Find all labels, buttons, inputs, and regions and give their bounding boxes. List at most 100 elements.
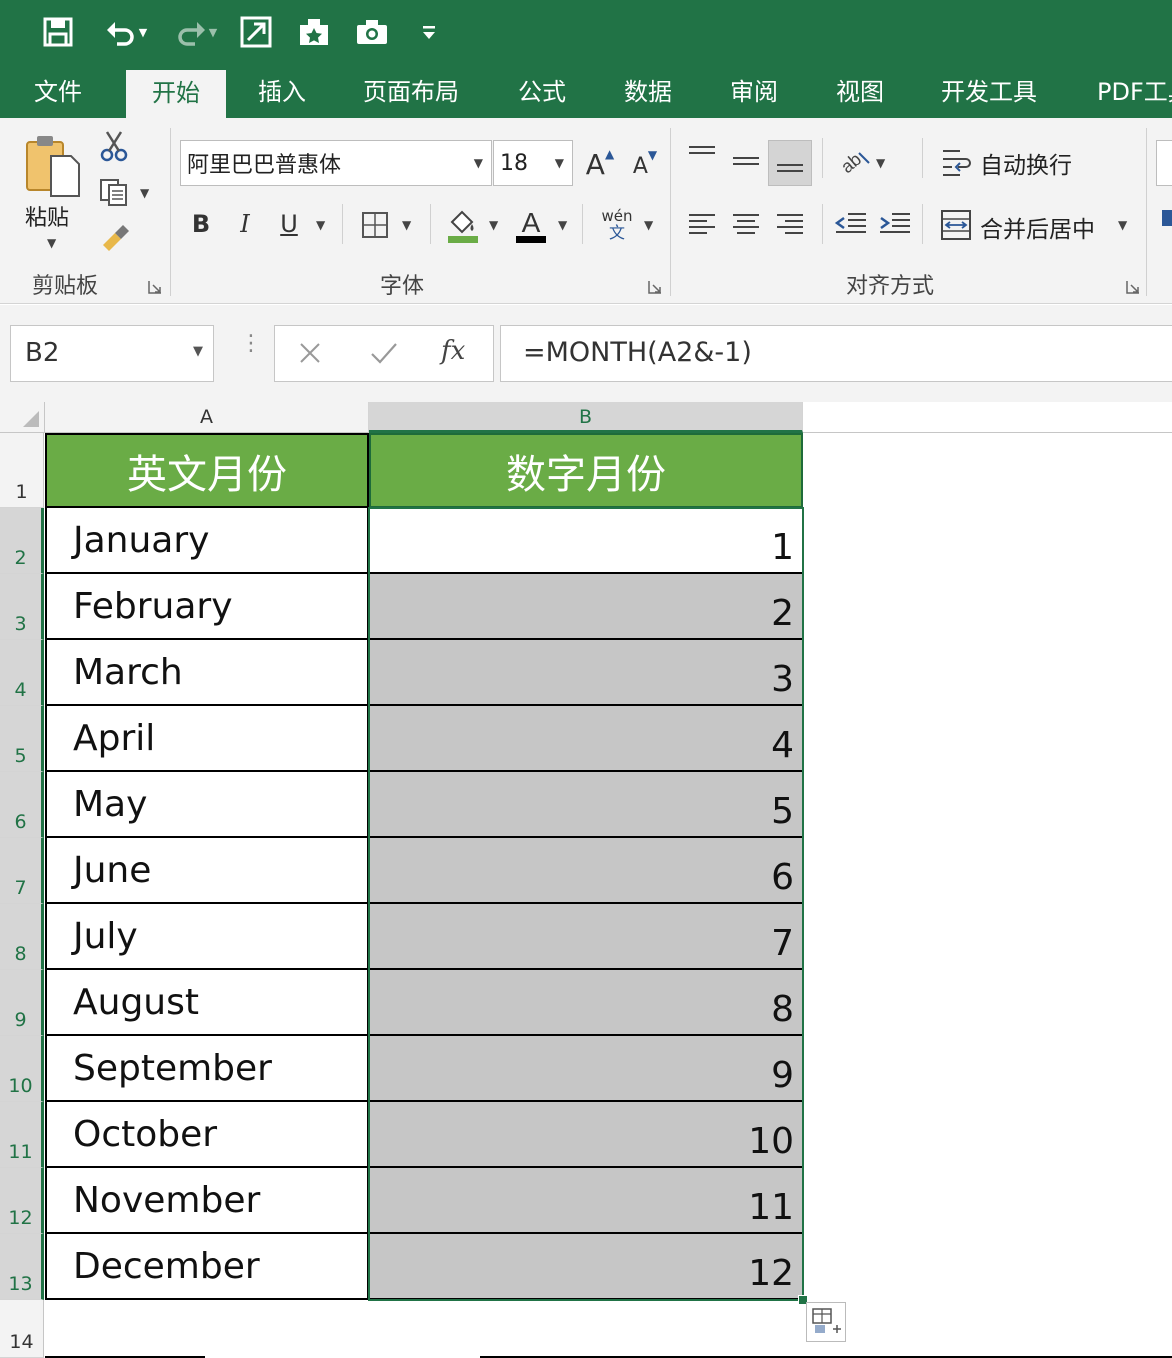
month-name-cell[interactable]: July (45, 904, 369, 970)
header-cell-number-month[interactable]: 数字月份 (369, 433, 803, 508)
row-header[interactable]: 11 (0, 1102, 44, 1168)
align-bottom-icon[interactable] (768, 140, 812, 186)
month-number-cell[interactable]: 5 (369, 772, 803, 838)
save-icon[interactable] (38, 12, 78, 52)
select-all-button[interactable] (0, 402, 45, 433)
number-format-select[interactable] (1156, 140, 1172, 186)
name-box[interactable]: B2 ▼ (10, 325, 214, 382)
row-header[interactable]: 8 (0, 904, 44, 970)
tab-developer[interactable]: 开发工具 (941, 66, 1037, 118)
customize-qat-icon[interactable] (414, 12, 444, 52)
font-name-select[interactable]: 阿里巴巴普惠体 ▼ (180, 140, 492, 186)
tab-insert[interactable]: 插入 (258, 66, 306, 118)
row-header[interactable]: 1 (0, 433, 44, 508)
underline-icon[interactable]: U (274, 206, 304, 242)
align-center-icon[interactable] (728, 206, 764, 242)
undo-icon[interactable]: ▼ (96, 12, 156, 52)
font-color-dropdown-icon[interactable]: ▼ (558, 218, 567, 232)
paste-label[interactable]: 粘贴 (25, 200, 69, 232)
paste-icon[interactable] (22, 130, 84, 202)
month-number-cell[interactable]: 10 (369, 1102, 803, 1168)
row-header[interactable]: 5 (0, 706, 44, 772)
month-number-cell[interactable]: 7 (369, 904, 803, 970)
row-header[interactable]: 9 (0, 970, 44, 1036)
row-header[interactable]: 12 (0, 1168, 44, 1234)
align-right-icon[interactable] (772, 206, 808, 242)
row-header[interactable]: 10 (0, 1036, 44, 1102)
row-header[interactable]: 6 (0, 772, 44, 838)
month-name-cell[interactable]: November (45, 1168, 369, 1234)
insert-function-icon[interactable]: fx (441, 336, 465, 366)
favorites-icon[interactable] (294, 12, 334, 52)
month-name-cell[interactable]: September (45, 1036, 369, 1102)
month-name-cell[interactable]: February (45, 574, 369, 640)
merge-dropdown-icon[interactable]: ▼ (1118, 218, 1127, 232)
align-middle-icon[interactable] (728, 142, 764, 182)
row-header[interactable]: 3 (0, 574, 44, 640)
month-number-cell[interactable]: 3 (369, 640, 803, 706)
merge-center-icon[interactable] (938, 206, 974, 244)
tab-review[interactable]: 审阅 (730, 66, 778, 118)
copy-icon[interactable] (94, 174, 134, 210)
orientation-icon[interactable]: ab (834, 142, 874, 182)
month-number-cell[interactable]: 6 (369, 838, 803, 904)
paste-dropdown-icon[interactable]: ▼ (47, 236, 56, 250)
month-name-cell[interactable]: May (45, 772, 369, 838)
phonetic-dropdown-icon[interactable]: ▼ (644, 218, 653, 232)
month-number-cell[interactable]: 1 (369, 508, 803, 574)
fit-to-page-icon[interactable] (236, 12, 276, 52)
tab-file[interactable]: 文件 (34, 66, 82, 118)
clipboard-launcher-icon[interactable] (148, 280, 162, 294)
cut-icon[interactable] (96, 128, 132, 164)
month-name-cell[interactable]: March (45, 640, 369, 706)
formula-input[interactable]: =MONTH(A2&-1) (500, 325, 1172, 382)
month-name-cell[interactable]: April (45, 706, 369, 772)
tab-view[interactable]: 视图 (836, 66, 884, 118)
fill-color-icon[interactable] (444, 204, 482, 246)
align-top-icon[interactable] (684, 138, 720, 172)
tab-page-layout[interactable]: 页面布局 (363, 66, 459, 118)
wrap-text-icon[interactable] (938, 142, 974, 182)
fill-color-dropdown-icon[interactable]: ▼ (489, 218, 498, 232)
row-header[interactable]: 2 (0, 508, 44, 574)
chevron-down-icon[interactable]: ▼ (193, 344, 203, 359)
month-number-cell[interactable]: 9 (369, 1036, 803, 1102)
borders-icon[interactable] (356, 206, 394, 244)
month-name-cell[interactable]: October (45, 1102, 369, 1168)
bold-icon[interactable]: B (186, 206, 216, 242)
wrap-text-label[interactable]: 自动换行 (980, 146, 1072, 180)
decrease-indent-icon[interactable] (832, 206, 870, 242)
underline-dropdown-icon[interactable]: ▼ (316, 218, 325, 232)
cancel-icon[interactable] (297, 340, 323, 370)
enter-icon[interactable] (369, 340, 399, 370)
column-header-a[interactable]: A (45, 402, 369, 433)
tab-home[interactable]: 开始 (126, 70, 226, 118)
font-color-icon[interactable]: A (512, 204, 550, 246)
font-size-select[interactable]: 18 ▼ (493, 140, 573, 186)
month-number-cell[interactable]: 4 (369, 706, 803, 772)
column-header-b[interactable]: B (369, 402, 803, 433)
camera-icon[interactable] (352, 12, 392, 52)
month-number-cell[interactable]: 8 (369, 970, 803, 1036)
alignment-launcher-icon[interactable] (1126, 280, 1140, 294)
format-painter-icon[interactable] (96, 218, 134, 254)
align-left-icon[interactable] (684, 206, 720, 242)
month-number-cell[interactable]: 11 (369, 1168, 803, 1234)
month-number-cell[interactable]: 2 (369, 574, 803, 640)
redo-icon[interactable]: ▼ (168, 12, 224, 52)
phonetic-guide-icon[interactable]: wén 文 (594, 204, 640, 246)
quick-analysis-button[interactable] (806, 1302, 846, 1342)
currency-icon[interactable] (1162, 210, 1172, 226)
tab-pdf-tools[interactable]: PDF工具 (1097, 66, 1172, 118)
merge-center-label[interactable]: 合并后居中 (980, 210, 1095, 244)
tab-formulas[interactable]: 公式 (518, 66, 566, 118)
orientation-dropdown-icon[interactable]: ▼ (876, 156, 885, 170)
tab-data[interactable]: 数据 (624, 66, 672, 118)
italic-icon[interactable]: I (230, 206, 260, 242)
decrease-font-size-icon[interactable]: A ▼ (628, 148, 662, 184)
month-name-cell[interactable]: January (45, 508, 369, 574)
month-name-cell[interactable]: August (45, 970, 369, 1036)
increase-font-size-icon[interactable]: A ▲ (582, 144, 618, 184)
header-cell-english-month[interactable]: 英文月份 (45, 433, 369, 508)
copy-dropdown-icon[interactable]: ▼ (140, 186, 149, 200)
